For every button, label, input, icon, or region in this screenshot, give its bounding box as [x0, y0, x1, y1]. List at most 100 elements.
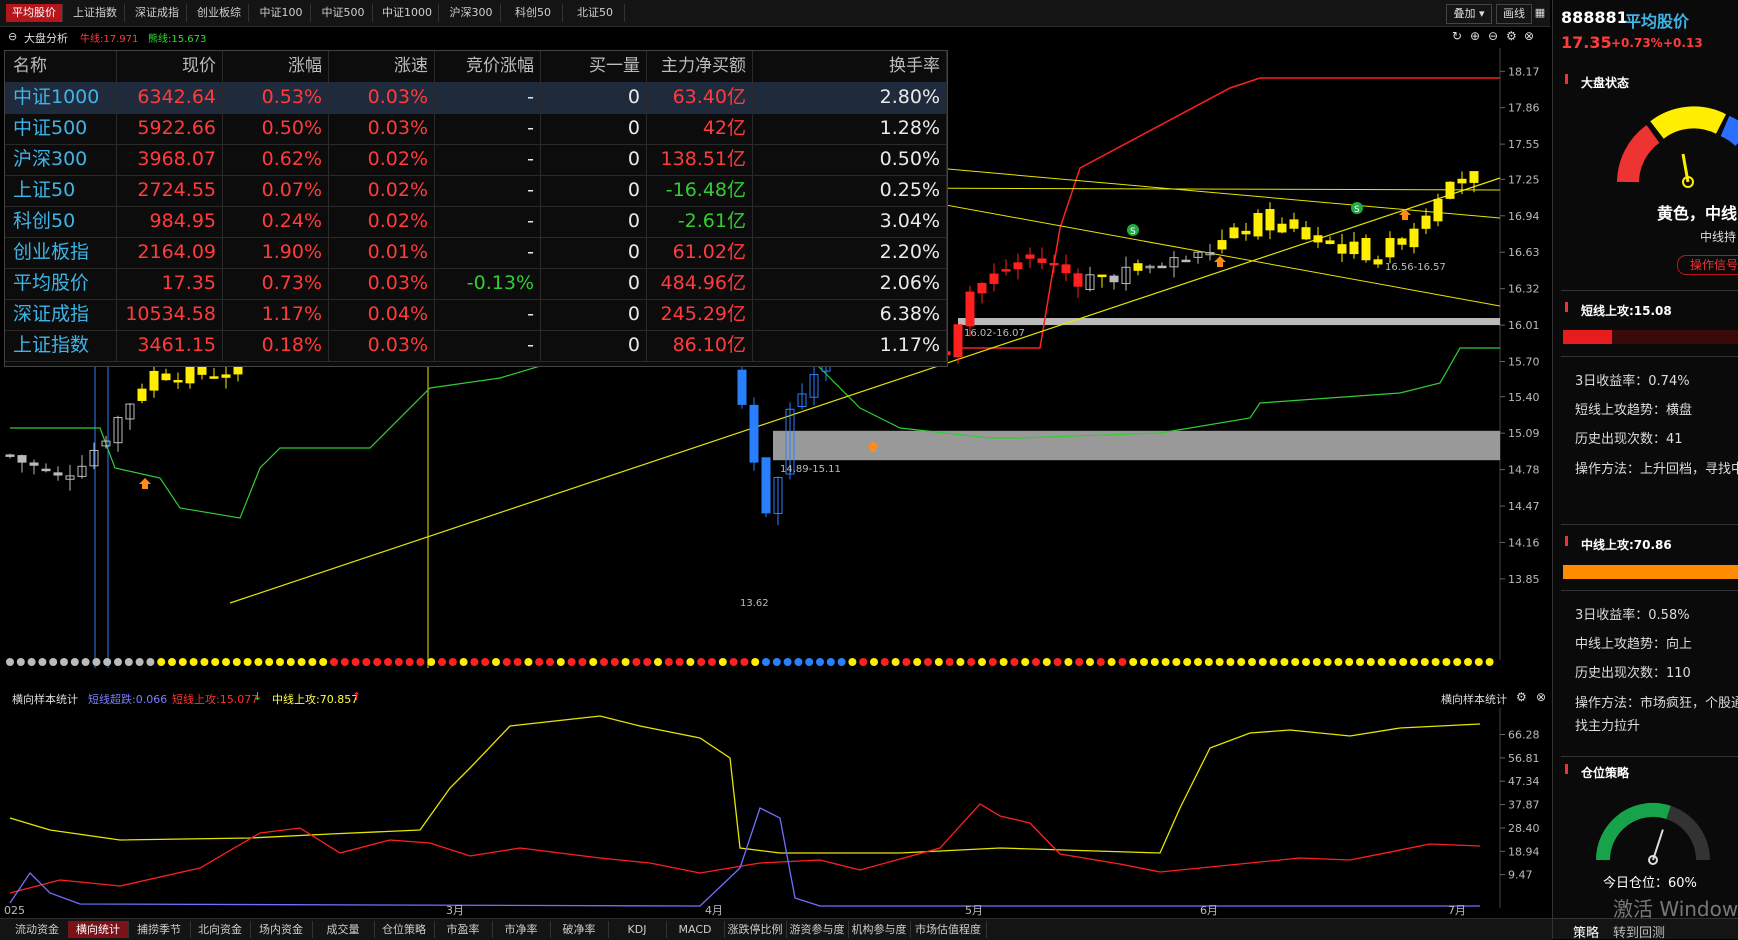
bottom-tab[interactable]: 破净率 — [550, 921, 609, 938]
y-tick-label: 16.32 — [1508, 283, 1540, 296]
tab-avg-price[interactable]: 平均股价 — [6, 4, 63, 22]
bottom-tab[interactable]: 市净率 — [492, 921, 551, 938]
indicator-close-icon[interactable]: ⊗ — [1536, 690, 1546, 704]
tab-csi300[interactable]: 沪深300 — [442, 4, 501, 22]
strategy-tab[interactable]: 策略 — [1573, 922, 1599, 939]
signal-dot — [1183, 658, 1192, 666]
column-header[interactable]: 现价 — [117, 51, 223, 82]
signal-dot — [1129, 658, 1138, 666]
chart-sub-header: ⊖ 大盘分析 牛线:17.971 熊线:15.673 ↻ ⊕ ⊖ ⚙ ⊗ — [0, 27, 1550, 47]
table-cell: 2164.09 — [117, 237, 223, 268]
bottom-tab[interactable]: 横向统计 — [68, 921, 129, 938]
signal-dot — [168, 658, 176, 666]
table-row[interactable]: 上证指数 3461.15 0.18% 0.03% -0 86.10亿 1.17% — [5, 330, 947, 362]
column-header[interactable]: 涨幅 — [223, 51, 329, 82]
signal-dot — [1388, 658, 1397, 666]
support-zone — [773, 430, 1500, 461]
signal-dot — [276, 658, 284, 666]
bottom-tab[interactable]: 流动资金 — [6, 921, 69, 938]
candle-body — [1337, 244, 1347, 254]
refresh-icon[interactable]: ↻ — [1452, 29, 1462, 43]
bottom-tab[interactable]: 北向资金 — [190, 921, 251, 938]
signal-dot — [870, 658, 878, 666]
bear-line-value: 熊线:15.673 — [148, 34, 207, 45]
signal-dot — [654, 658, 662, 666]
bottom-tab[interactable]: 场内资金 — [250, 921, 313, 938]
signal-dot — [178, 658, 187, 666]
indicator-settings-icon[interactable]: ⚙ — [1516, 690, 1527, 704]
signal-dot — [589, 658, 598, 666]
table-row[interactable]: 深证成指 10534.58 1.17% 0.04% -0 245.29亿 6.38% — [5, 299, 947, 331]
zoom-out-icon[interactable]: ⊖ — [1488, 29, 1498, 43]
candle-body — [1445, 181, 1455, 199]
column-header[interactable]: 换手率 — [753, 51, 947, 82]
zoom-in-icon[interactable]: ⊕ — [1470, 29, 1480, 43]
bottom-tab[interactable]: 涨跌停比例 — [724, 921, 787, 938]
table-cell: 2.20% — [753, 237, 947, 268]
tab-star50[interactable]: 科创50 — [504, 4, 563, 22]
column-header[interactable]: 主力净买额 — [647, 51, 753, 82]
table-row[interactable]: 创业板指 2164.09 1.90% 0.01% -0 61.02亿 2.20% — [5, 237, 947, 269]
signal-dot — [1248, 658, 1256, 666]
signal-dot — [81, 658, 90, 666]
column-header[interactable]: 竞价涨幅 — [435, 51, 541, 82]
signal-dot — [632, 658, 641, 666]
bottom-tab[interactable]: MACD — [666, 921, 725, 938]
candle-body — [5, 454, 15, 457]
bottom-tab[interactable]: 机构参与度 — [848, 921, 911, 938]
candle-body — [1229, 227, 1239, 239]
bottom-tab[interactable]: 市场估值程度 — [910, 921, 987, 938]
tab-gem-comp[interactable]: 创业板综 — [190, 4, 249, 22]
close-icon[interactable]: ⊗ — [1524, 29, 1534, 43]
backtest-tab[interactable]: 转到回测 — [1613, 922, 1665, 939]
tab-sz-index[interactable]: 深证成指 — [128, 4, 187, 22]
y-tick-label: 37.87 — [1508, 799, 1540, 812]
op-signal-button[interactable]: 操作信号 — [1677, 255, 1738, 275]
table-row[interactable]: 平均股价 17.35 0.73% 0.03% -0.13% 0 484.96亿 2.06% — [5, 268, 947, 300]
tab-csi100[interactable]: 中证100 — [252, 4, 311, 22]
bottom-tab[interactable]: KDJ — [608, 921, 667, 938]
table-header: 名称 现价 涨幅 涨速 竞价涨幅 买一量 主力净买额 换手率 — [5, 51, 947, 83]
table-row[interactable]: 沪深300 3968.07 0.62% 0.02% -0 138.51亿 0.50% — [5, 144, 947, 176]
table-cell: 中证1000 — [5, 82, 117, 113]
bottom-tab[interactable]: 捕捞季节 — [128, 921, 191, 938]
short-rally-section — [1561, 290, 1738, 291]
signal-dot — [1107, 658, 1116, 666]
table-row[interactable]: 中证1000 6342.64 0.53% 0.03% -0 63.40亿 2.80% — [5, 82, 947, 114]
bottom-tab[interactable]: 游资参与度 — [786, 921, 849, 938]
column-header[interactable]: 涨速 — [329, 51, 435, 82]
gauge-text: 黄色，中线 — [1657, 204, 1738, 223]
signal-dot — [38, 658, 47, 666]
mid-line-5: 找主力拉升 — [1575, 719, 1641, 734]
collapse-icon[interactable]: ⊖ — [8, 30, 17, 43]
table-cell: - — [435, 330, 541, 361]
candle-body — [209, 376, 219, 379]
column-header[interactable]: 名称 — [5, 51, 117, 82]
overlay-button[interactable]: 叠加 ▾ — [1446, 4, 1492, 24]
draw-line-button[interactable]: 画线 — [1496, 4, 1532, 24]
candle-body — [761, 457, 771, 514]
table-row[interactable]: 中证500 5922.66 0.50% 0.03% -0 42亿 1.28% — [5, 113, 947, 145]
settings-icon[interactable]: ⚙ — [1506, 29, 1517, 43]
column-header[interactable]: 买一量 — [541, 51, 647, 82]
signal-dot — [880, 658, 889, 666]
table-cell: 1.90% — [223, 237, 329, 268]
bottom-tab[interactable]: 仓位策略 — [374, 921, 435, 938]
bottom-tab[interactable]: 成交量 — [312, 921, 375, 938]
index-quote-table[interactable]: 名称 现价 涨幅 涨速 竞价涨幅 买一量 主力净买额 换手率 中证1000 6342.64 0.5… — [4, 50, 948, 367]
tab-bse50[interactable]: 北证50 — [566, 4, 625, 22]
table-row[interactable]: 科创50 984.95 0.24% 0.02% -0 -2.61亿 3.04% — [5, 206, 947, 238]
signal-dot — [222, 658, 230, 666]
table-row[interactable]: 上证50 2724.55 0.07% 0.02% -0 -16.48亿 0.25% — [5, 175, 947, 207]
divider — [1561, 356, 1738, 357]
tab-csi1000[interactable]: 中证1000 — [376, 4, 439, 22]
horizontal-sample-chart[interactable]: 66.28 56.81 47.34 37.87 28.40 18.94 9.47 025 3月… — [0, 708, 1552, 916]
bottom-tab[interactable]: 市盈率 — [434, 921, 493, 938]
signal-dot — [1150, 658, 1159, 666]
grid-icon[interactable]: ▦ — [1533, 4, 1547, 22]
candle-body — [1073, 273, 1083, 287]
table-cell: 0 — [541, 113, 647, 144]
tab-csi500[interactable]: 中证500 — [314, 4, 373, 22]
signal-dot — [1194, 658, 1202, 666]
tab-sh-index[interactable]: 上证指数 — [66, 4, 125, 22]
